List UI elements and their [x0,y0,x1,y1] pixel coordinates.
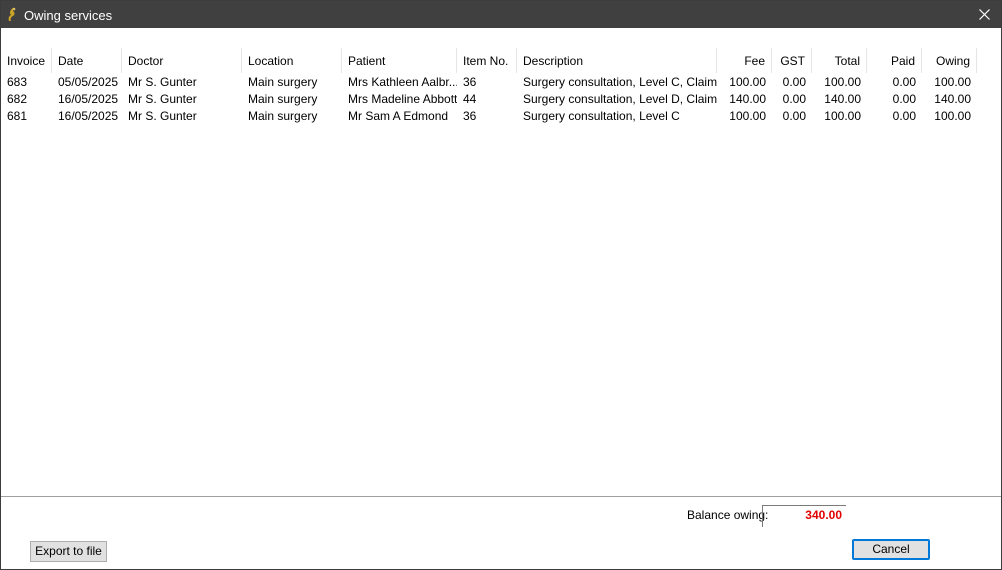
cell-patient: Mrs Kathleen Aalbr... [348,75,457,89]
column-header-date[interactable]: Date [52,48,122,73]
cell-date: 16/05/2025 [58,92,119,106]
cell-total: 140.00 [824,92,861,106]
cell-date: 05/05/2025 [58,75,119,89]
column-header-fee[interactable]: Fee [717,48,772,73]
column-header-total[interactable]: Total [812,48,867,73]
cell-paid: 0.00 [892,92,916,106]
cell-item-no: 36 [463,75,477,89]
balance-owing-label: Balance owing: [687,508,769,522]
cell-owing: 100.00 [934,109,971,123]
column-header-description[interactable]: Description [517,48,717,73]
cell-description: Surgery consultation, Level D, Claim ... [523,92,717,106]
cell-location: Main surgery [248,75,318,89]
cell-doctor: Mr S. Gunter [128,109,197,123]
cell-location: Main surgery [248,109,318,123]
cell-fee: 100.00 [729,109,766,123]
cell-paid: 0.00 [892,109,916,123]
footer-divider [1,496,1001,497]
cell-gst: 0.00 [782,92,806,106]
table-header: Invoice Date Doctor Location Patient Ite… [1,48,977,73]
cell-fee: 140.00 [729,92,766,106]
cell-gst: 0.00 [782,109,806,123]
balance-owing-value: 340.00 [762,505,846,527]
close-button[interactable] [969,1,1001,28]
cell-paid: 0.00 [892,75,916,89]
cell-invoice: 682 [7,92,28,106]
cell-total: 100.00 [824,109,861,123]
table-row[interactable]: 681 16/05/2025 Mr S. Gunter Main surgery… [1,108,977,125]
cell-description: Surgery consultation, Level C [523,109,680,123]
column-header-invoice[interactable]: Invoice [1,48,52,73]
column-header-patient[interactable]: Patient [342,48,457,73]
window-title: Owing services [24,8,113,23]
table-row[interactable]: 683 05/05/2025 Mr S. Gunter Main surgery… [1,74,977,91]
owing-services-dialog: Owing services Invoice Date Doctor Locat… [0,0,1002,570]
cell-location: Main surgery [248,92,318,106]
column-header-paid[interactable]: Paid [867,48,922,73]
cancel-button[interactable]: Cancel [852,539,930,560]
cell-owing: 100.00 [934,75,971,89]
column-header-gst[interactable]: GST [772,48,812,73]
cell-doctor: Mr S. Gunter [128,75,197,89]
close-icon [979,9,990,20]
cell-patient: Mr Sam A Edmond [348,109,449,123]
column-header-owing[interactable]: Owing [922,48,977,73]
cell-total: 100.00 [824,75,861,89]
column-header-item-no[interactable]: Item No. [457,48,517,73]
services-table[interactable]: Invoice Date Doctor Location Patient Ite… [1,48,1001,496]
cell-fee: 100.00 [729,75,766,89]
cell-item-no: 44 [463,92,477,106]
cell-doctor: Mr S. Gunter [128,92,197,106]
cell-date: 16/05/2025 [58,109,119,123]
cell-patient: Mrs Madeline Abbott [348,92,457,106]
column-header-location[interactable]: Location [242,48,342,73]
title-bar: Owing services [1,1,1001,28]
table-row[interactable]: 682 16/05/2025 Mr S. Gunter Main surgery… [1,91,977,108]
column-header-doctor[interactable]: Doctor [122,48,242,73]
cell-item-no: 36 [463,109,477,123]
cell-description: Surgery consultation, Level C, Claim ... [523,75,717,89]
cell-gst: 0.00 [782,75,806,89]
app-logo-icon [6,7,18,22]
export-to-file-button[interactable]: Export to file [30,541,107,562]
cell-owing: 140.00 [934,92,971,106]
cell-invoice: 681 [7,109,28,123]
cell-invoice: 683 [7,75,28,89]
